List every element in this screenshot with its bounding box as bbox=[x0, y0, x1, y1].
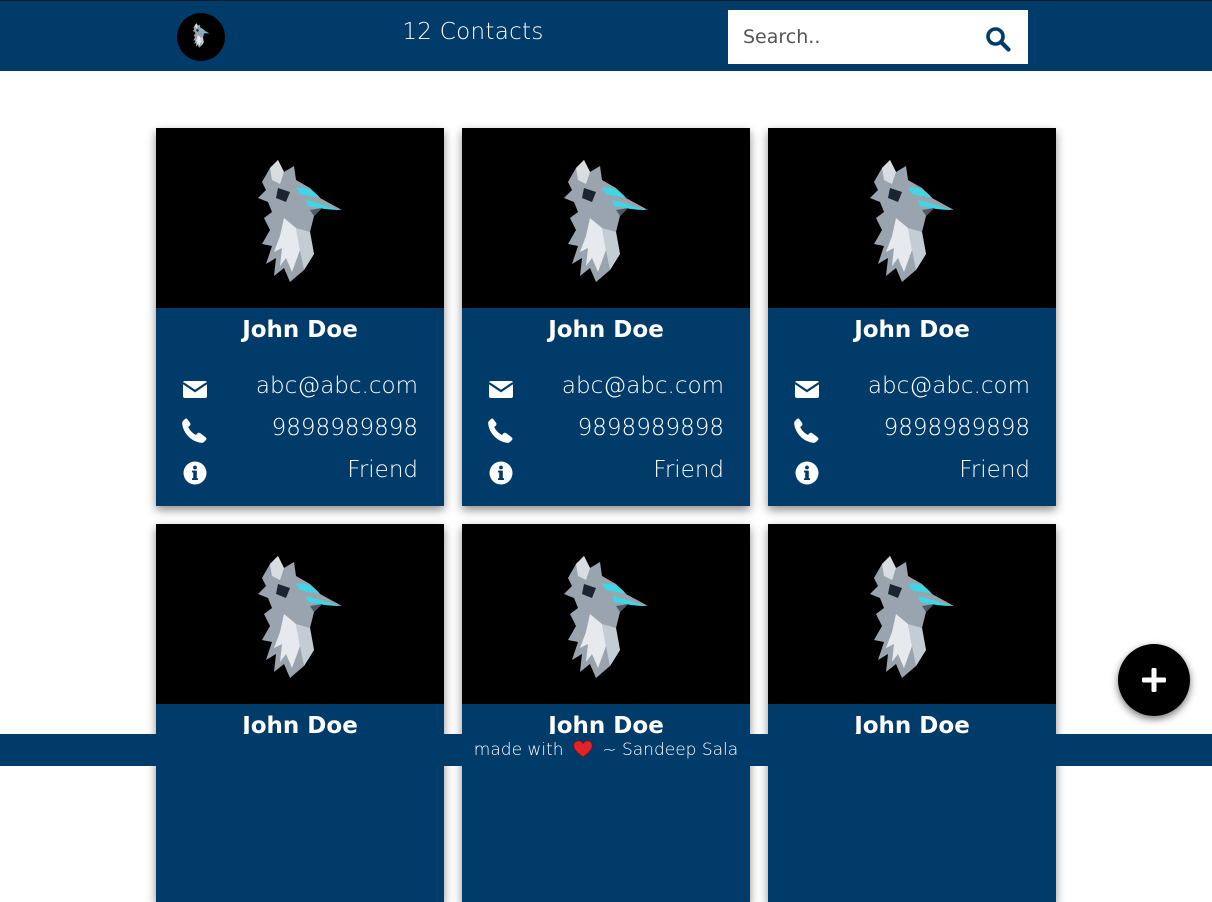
search-input[interactable] bbox=[728, 10, 968, 64]
contact-count-title: 12 Contacts bbox=[402, 19, 544, 45]
wolf-avatar-icon bbox=[556, 158, 656, 288]
search-box bbox=[728, 10, 1028, 64]
phone-icon bbox=[488, 418, 514, 444]
contact-card[interactable]: John Doe abc@abc.com 9898989898 Friend bbox=[156, 128, 444, 506]
search-icon bbox=[978, 26, 1018, 52]
contact-avatar bbox=[156, 524, 444, 704]
contact-name: John Doe bbox=[548, 317, 664, 343]
envelope-icon bbox=[488, 376, 514, 402]
contact-avatar bbox=[768, 524, 1056, 704]
heart-icon bbox=[573, 740, 593, 758]
contact-email-row: abc@abc.com bbox=[488, 371, 724, 407]
contact-email-row: abc@abc.com bbox=[794, 371, 1030, 407]
info-icon bbox=[794, 460, 820, 486]
contact-phone-row: 9898989898 bbox=[182, 413, 418, 449]
wolf-logo-graphic bbox=[192, 23, 210, 48]
envelope-icon bbox=[794, 376, 820, 402]
contact-email: abc@abc.com bbox=[255, 373, 418, 399]
contact-email: abc@abc.com bbox=[561, 373, 724, 399]
contact-type: Friend bbox=[653, 457, 724, 483]
phone-icon bbox=[182, 418, 208, 444]
contact-type: Friend bbox=[959, 457, 1030, 483]
top-navbar: 12 Contacts bbox=[0, 0, 1212, 71]
contact-avatar bbox=[462, 128, 750, 308]
contact-email-row: abc@abc.com bbox=[182, 371, 418, 407]
wolf-avatar-icon bbox=[250, 554, 350, 684]
phone-icon bbox=[794, 418, 820, 444]
contact-card[interactable]: John Doe bbox=[156, 524, 444, 902]
envelope-icon bbox=[182, 376, 208, 402]
info-icon bbox=[488, 460, 514, 486]
contact-card[interactable]: John Doe bbox=[462, 524, 750, 902]
add-contact-button[interactable] bbox=[1118, 644, 1190, 716]
contact-card[interactable]: John Doe bbox=[768, 524, 1056, 902]
contact-avatar bbox=[768, 128, 1056, 308]
contact-phone: 9898989898 bbox=[883, 415, 1030, 441]
contact-phone-row: 9898989898 bbox=[794, 413, 1030, 449]
wolf-avatar-icon bbox=[250, 158, 350, 288]
contact-email: abc@abc.com bbox=[867, 373, 1030, 399]
wolf-logo-icon[interactable] bbox=[177, 13, 225, 61]
contact-avatar bbox=[156, 128, 444, 308]
plus-icon bbox=[1118, 667, 1190, 693]
footer-prefix: made with bbox=[473, 740, 564, 760]
wolf-avatar-icon bbox=[862, 554, 962, 684]
contact-type-row: Friend bbox=[488, 455, 724, 491]
footer-author: ~ Sandeep Sala bbox=[602, 740, 739, 760]
contact-phone: 9898989898 bbox=[271, 415, 418, 441]
contact-phone-row: 9898989898 bbox=[488, 413, 724, 449]
search-button[interactable] bbox=[978, 21, 1018, 53]
footer: made with ~ Sandeep Sala bbox=[0, 734, 1212, 766]
contact-type-row: Friend bbox=[794, 455, 1030, 491]
contact-avatar bbox=[462, 524, 750, 704]
contact-name: John Doe bbox=[854, 317, 970, 343]
wolf-avatar-icon bbox=[862, 158, 962, 288]
contact-type-row: Friend bbox=[182, 455, 418, 491]
contact-card[interactable]: John Doe abc@abc.com 9898989898 Friend bbox=[768, 128, 1056, 506]
contact-phone: 9898989898 bbox=[577, 415, 724, 441]
wolf-avatar-icon bbox=[556, 554, 656, 684]
contact-name: John Doe bbox=[242, 317, 358, 343]
contact-type: Friend bbox=[347, 457, 418, 483]
info-icon bbox=[182, 460, 208, 486]
contact-card[interactable]: John Doe abc@abc.com 9898989898 Friend bbox=[462, 128, 750, 506]
